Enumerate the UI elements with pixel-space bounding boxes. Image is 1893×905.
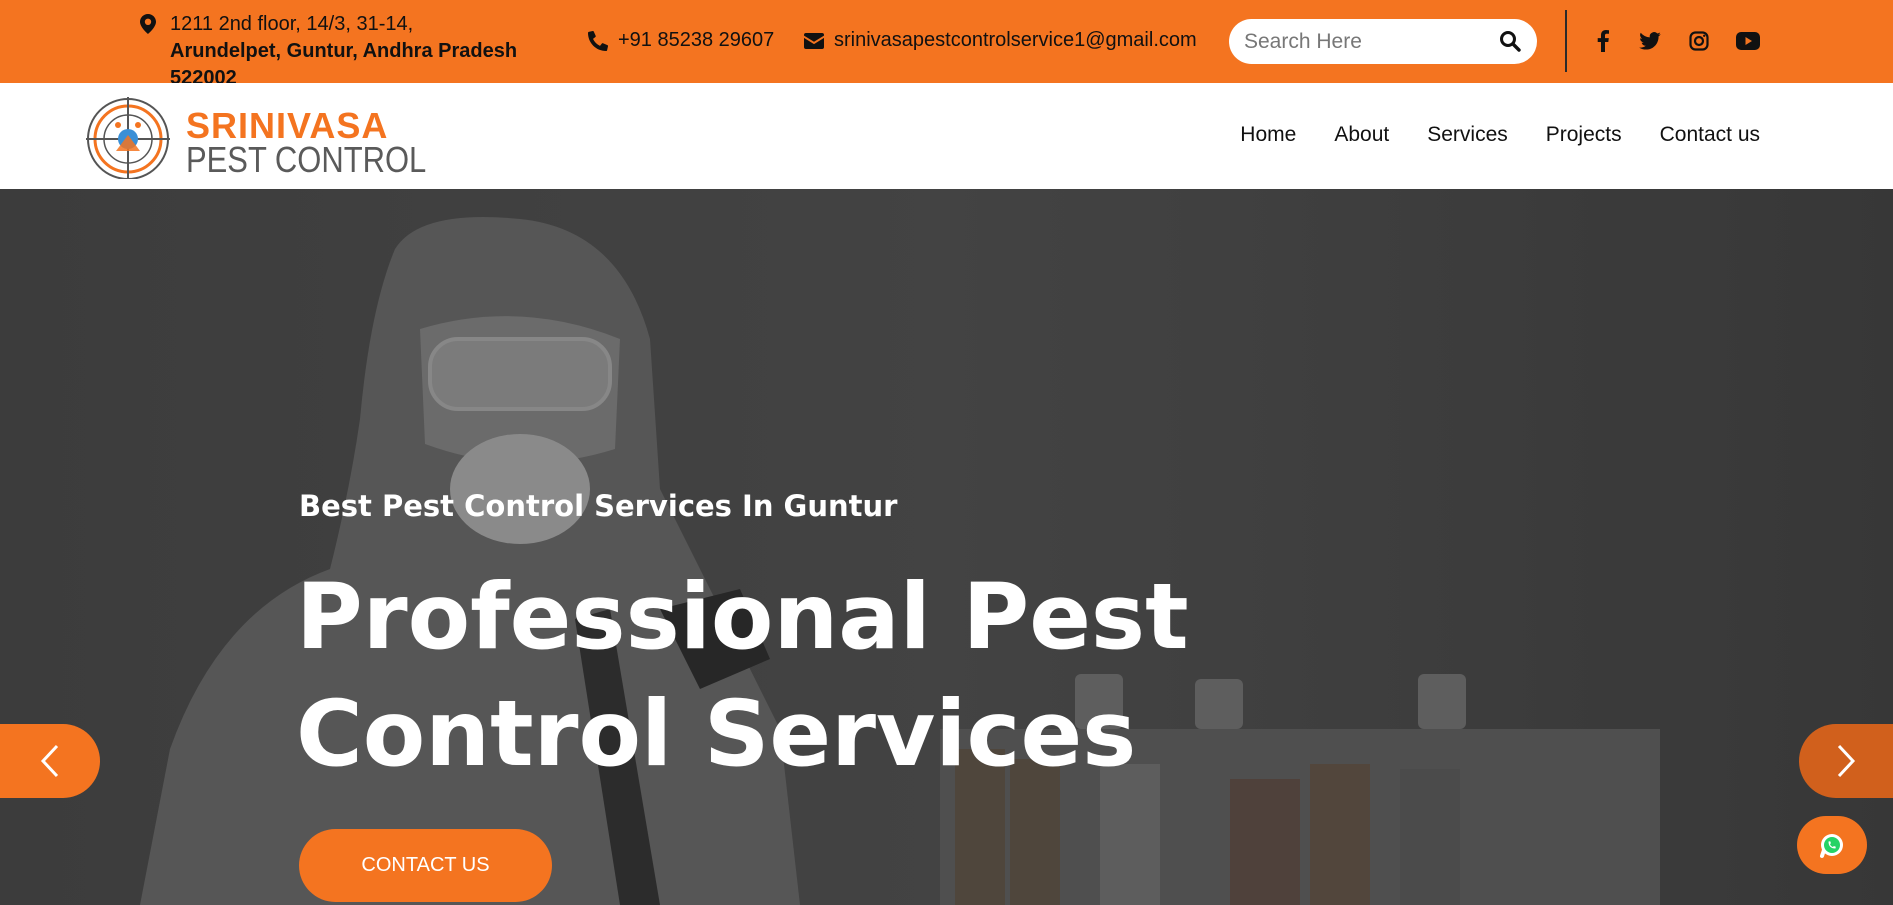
- nav-about[interactable]: About: [1334, 123, 1389, 147]
- phone-number: +91 85238 29607: [618, 29, 775, 51]
- nav-contact[interactable]: Contact us: [1660, 123, 1760, 147]
- envelope-icon: [804, 32, 824, 49]
- brand-tagline: PEST CONTROL: [186, 139, 427, 180]
- email-address: srinivasapestcontrolservice1@gmail.com: [834, 29, 1197, 51]
- phone-icon: [588, 30, 608, 51]
- search-icon[interactable]: [1499, 30, 1521, 52]
- logo-emblem: [86, 97, 170, 179]
- nav-menu: Home About Services Projects Contact us: [1240, 123, 1760, 147]
- divider: [1565, 10, 1567, 72]
- whatsapp-icon: [1820, 834, 1843, 858]
- nav-projects[interactable]: Projects: [1546, 123, 1622, 147]
- next-slide-button[interactable]: [1799, 724, 1893, 798]
- nav-home[interactable]: Home: [1240, 123, 1296, 147]
- hero-subtitle: Best Pest Control Services In Guntur: [299, 489, 898, 523]
- prev-slide-button[interactable]: [0, 724, 100, 798]
- address: 1211 2nd floor, 14/3, 31-14, Arundelpet,…: [140, 11, 580, 92]
- logo[interactable]: SRINIVASA PEST CONTROL: [80, 95, 426, 180]
- youtube-icon[interactable]: [1736, 29, 1760, 53]
- hero-title: Professional Pest Control Services: [296, 565, 1189, 787]
- search-box: [1229, 19, 1537, 64]
- facebook-icon[interactable]: [1591, 29, 1615, 53]
- phone[interactable]: +91 85238 29607: [588, 29, 774, 52]
- hero-background-image: [0, 189, 1893, 905]
- chevron-right-icon: [1837, 744, 1856, 778]
- email[interactable]: srinivasapestcontrolservice1@gmail.com: [804, 29, 1197, 52]
- top-bar: 1211 2nd floor, 14/3, 31-14, Arundelpet,…: [0, 0, 1893, 89]
- contact-us-button[interactable]: CONTACT US: [299, 829, 552, 902]
- main-nav: SRINIVASA PEST CONTROL Home About Servic…: [0, 83, 1893, 189]
- map-pin-icon: [140, 14, 156, 34]
- search-input[interactable]: [1244, 29, 1484, 54]
- nav-services[interactable]: Services: [1427, 123, 1508, 147]
- whatsapp-button[interactable]: [1797, 816, 1867, 874]
- address-line-1: 1211 2nd floor, 14/3, 31-14,: [170, 13, 414, 35]
- chevron-left-icon: [40, 744, 59, 778]
- instagram-icon[interactable]: [1687, 29, 1711, 53]
- hero-slider: Best Pest Control Services In Guntur Pro…: [0, 189, 1893, 905]
- twitter-icon[interactable]: [1638, 29, 1662, 53]
